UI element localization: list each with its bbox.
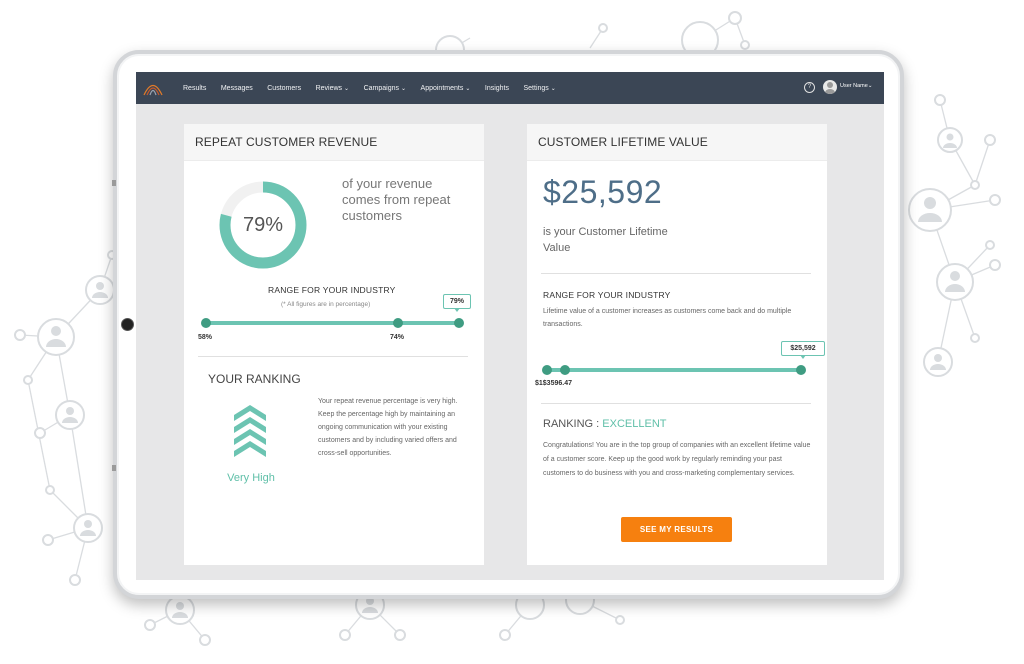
card-title: REPEAT CUSTOMER REVENUE [195,135,378,149]
range-low-label: 58% [198,334,213,341]
range-slider-track [547,368,803,372]
nav-item-appointments[interactable]: Appointments ⌄ [421,85,471,92]
ranking-label: RANKING : [543,418,603,430]
nav-item-label: Appointments [420,84,464,92]
nav-item-label: Reviews [315,84,343,92]
chevron-down-icon: ⌄ [550,85,556,92]
range-labels: $1$3596.47 [535,380,572,387]
divider [541,403,811,404]
tablet-side-button [112,465,116,471]
divider [541,273,811,274]
nav-item-campaigns[interactable]: Campaigns ⌄ [364,85,406,92]
chevron-down-icon: ⌄ [465,85,471,92]
revenue-description: of your revenue comes from repeat custom… [342,176,451,223]
chevron-down-icon: ⌄ [401,85,407,92]
brand-logo-icon[interactable] [142,78,164,98]
ranking-heading: RANKING : EXCELLENT [543,418,667,430]
nav-item-insights[interactable]: Insights [485,85,509,92]
ranking-value: Very High [227,472,275,484]
your-value-dot [796,365,806,375]
top-nav-bar: Results Messages Customers Reviews ⌄ Campaign… [136,72,884,104]
nav-item-label: Messages [220,84,253,92]
range-note: (* All figures are in percentage) [281,301,371,308]
range-low-dot [201,318,211,328]
nav-item-label: Settings [523,84,549,92]
lifetime-value-amount: $25,592 [543,174,663,210]
repeat-revenue-card: REPEAT CUSTOMER REVENUE 79% of your reve… [184,124,484,565]
ranking-description: Your repeat revenue percentage is very h… [318,398,458,457]
your-value-dot [454,318,464,328]
nav-item-label: Results [183,84,207,92]
nav-item-settings[interactable]: Settings ⌄ [524,85,556,92]
card-header: REPEAT CUSTOMER REVENUE [184,124,484,161]
range-description: Lifetime value of a customer increases a… [543,308,792,328]
range-title: RANGE FOR YOUR INDUSTRY [543,290,671,300]
lifetime-value-caption: is your Customer Lifetime Value [543,226,668,254]
lifetime-value-card: CUSTOMER LIFETIME VALUE $25,592 is your … [527,124,827,565]
tablet-side-button [112,180,116,186]
ranking-description: Congratulations! You are in the top grou… [543,442,811,477]
nav-item-messages[interactable]: Messages [221,85,253,92]
chevron-down-icon: ⌄ [867,83,873,89]
range-mid-dot [560,365,570,375]
nav-item-label: Insights [484,84,509,92]
range-title: RANGE FOR YOUR INDUSTRY [268,285,396,295]
ranking-title: YOUR RANKING [208,372,301,386]
user-menu[interactable]: User Name⌄ [840,83,872,89]
see-my-results-button[interactable]: SEE MY RESULTS [621,517,732,542]
divider [198,356,468,357]
help-icon[interactable]: ? [804,82,815,93]
user-name-label: User Name [840,83,868,89]
nav-item-results[interactable]: Results [183,85,206,92]
chevron-down-icon: ⌄ [344,85,350,92]
avatar[interactable] [823,80,837,94]
nav-item-reviews[interactable]: Reviews ⌄ [316,85,349,92]
range-mid-dot [393,318,403,328]
range-low-dot [542,365,552,375]
range-slider-track [206,321,459,325]
nav-item-customers[interactable]: Customers [267,85,301,92]
tablet-camera [121,318,134,331]
ranking-chevrons-icon [234,405,266,457]
app-screen: Results Messages Customers Reviews ⌄ Campaign… [136,72,884,580]
ranking-value: EXCELLENT [602,418,667,430]
nav-item-label: Customers [267,84,302,92]
range-mid-label: 74% [390,334,405,341]
nav-item-label: Campaigns [363,84,399,92]
your-value-bubble: $25,592 [781,341,825,359]
your-value-bubble: 79% [443,294,471,312]
card-title: CUSTOMER LIFETIME VALUE [538,135,708,149]
donut-percent-label: 79% [242,214,284,236]
card-header: CUSTOMER LIFETIME VALUE [527,124,827,161]
